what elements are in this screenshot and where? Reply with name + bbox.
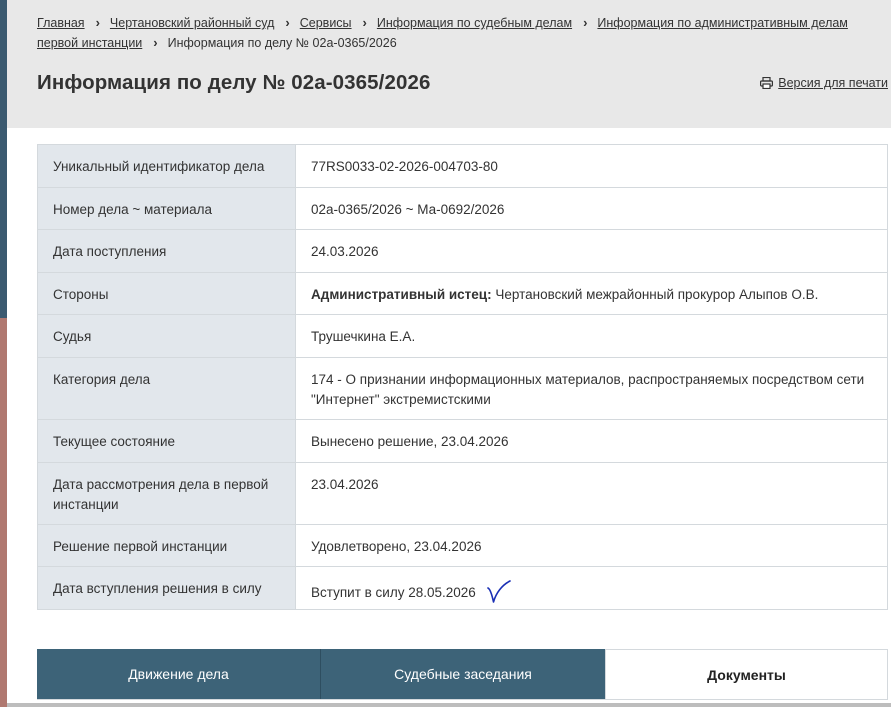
row-label: Дата рассмотрения дела в первой инстанци… xyxy=(37,462,296,525)
row-value: 23.04.2026 xyxy=(295,462,888,525)
row-label: Стороны xyxy=(37,272,296,315)
handwritten-checkmark-icon xyxy=(486,579,514,605)
print-version-label: Версия для печати xyxy=(778,76,888,90)
effective-date-text: Вступит в силу 28.05.2026 xyxy=(311,585,476,600)
row-label: Номер дела ~ материала xyxy=(37,187,296,230)
table-row: Категория дела 174 - О признании информа… xyxy=(37,357,888,420)
row-value: 24.03.2026 xyxy=(295,229,888,273)
row-value: 02а-0365/2026 ~ Ма-0692/2026 xyxy=(295,187,888,230)
breadcrumb-separator: › xyxy=(285,15,290,30)
left-edge-strip-lower xyxy=(0,318,7,707)
table-row: Дата вступления решения в силу Вступит в… xyxy=(37,566,888,610)
row-value: Вынесено решение, 23.04.2026 xyxy=(295,419,888,463)
breadcrumb-separator: › xyxy=(583,15,588,30)
page-header: Главная › Чертановский районный суд › Сервис… xyxy=(7,0,891,128)
breadcrumb-current: Информация по делу № 02а-0365/2026 xyxy=(167,36,397,50)
tab-divider-line xyxy=(37,699,888,700)
breadcrumb-link-home[interactable]: Главная xyxy=(37,16,85,30)
row-label: Дата поступления xyxy=(37,229,296,273)
tab-documents[interactable]: Документы xyxy=(605,649,888,699)
left-edge-strip xyxy=(0,0,7,318)
print-version-link[interactable]: Версия для печати xyxy=(760,76,888,90)
row-value: 174 - О признании информационных материа… xyxy=(295,357,888,420)
table-row: Номер дела ~ материала 02а-0365/2026 ~ М… xyxy=(37,187,888,230)
table-row: Текущее состояние Вынесено решение, 23.0… xyxy=(37,419,888,463)
table-row: Дата рассмотрения дела в первой инстанци… xyxy=(37,462,888,525)
table-row: Судья Трушечкина Е.А. xyxy=(37,314,888,358)
row-value: Удовлетворено, 23.04.2026 xyxy=(295,524,888,567)
row-label: Текущее состояние xyxy=(37,419,296,463)
table-row: Дата поступления 24.03.2026 xyxy=(37,229,888,273)
breadcrumb: Главная › Чертановский районный суд › Сервис… xyxy=(37,13,867,53)
row-value-effective: Вступит в силу 28.05.2026 xyxy=(295,566,888,610)
breadcrumb-link-case-info[interactable]: Информация по судебным делам xyxy=(377,16,572,30)
table-row: Решение первой инстанции Удовлетворено, … xyxy=(37,524,888,567)
row-label: Решение первой инстанции xyxy=(37,524,296,567)
row-value-parties: Административный истец: Чертановский меж… xyxy=(295,272,888,315)
row-label: Дата вступления решения в силу xyxy=(37,566,296,610)
row-label: Уникальный идентификатор дела xyxy=(37,144,296,188)
breadcrumb-link-court[interactable]: Чертановский районный суд xyxy=(110,16,274,30)
tab-court-hearings[interactable]: Судебные заседания xyxy=(320,649,605,699)
party-role: Административный истец: xyxy=(311,287,492,302)
breadcrumb-link-services[interactable]: Сервисы xyxy=(300,16,352,30)
breadcrumb-separator: › xyxy=(95,15,100,30)
row-value: Трушечкина Е.А. xyxy=(295,314,888,358)
bottom-shadow xyxy=(7,703,891,707)
table-row: Уникальный идентификатор дела 77RS0033-0… xyxy=(37,144,888,188)
case-info-table: Уникальный идентификатор дела 77RS0033-0… xyxy=(37,144,888,610)
breadcrumb-separator: › xyxy=(362,15,367,30)
row-label: Судья xyxy=(37,314,296,358)
tab-case-movement[interactable]: Движение дела xyxy=(37,649,320,699)
printer-icon xyxy=(760,76,774,90)
page-title: Информация по делу № 02а-0365/2026 xyxy=(37,71,431,94)
row-label: Категория дела xyxy=(37,357,296,420)
row-value: 77RS0033-02-2026-004703-80 xyxy=(295,144,888,188)
breadcrumb-separator: › xyxy=(153,35,158,50)
table-row: Стороны Административный истец: Чертанов… xyxy=(37,272,888,315)
party-name: Чертановский межрайонный прокурор Алыпов… xyxy=(495,287,819,302)
case-tabs: Движение дела Судебные заседания Докумен… xyxy=(37,649,888,699)
